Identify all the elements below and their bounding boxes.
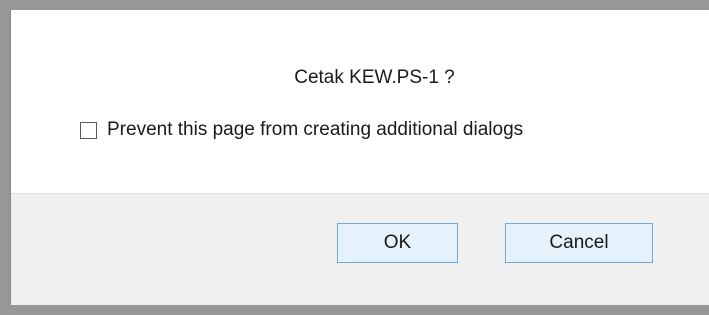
confirm-dialog: Cetak KEW.PS-1 ? Prevent this page from … [10, 10, 709, 305]
prevent-dialogs-checkbox[interactable] [80, 121, 97, 139]
prevent-dialogs-option[interactable]: Prevent this page from creating addition… [80, 119, 523, 141]
dialog-message: Cetak KEW.PS-1 ? [294, 67, 455, 88]
dialog-footer: OK Cancel [11, 193, 709, 305]
prevent-dialogs-label: Prevent this page from creating addition… [107, 119, 524, 140]
cancel-button[interactable]: Cancel [505, 223, 653, 263]
dialog-content: Cetak KEW.PS-1 ? Prevent this page from … [11, 10, 709, 193]
ok-button[interactable]: OK [337, 223, 458, 263]
